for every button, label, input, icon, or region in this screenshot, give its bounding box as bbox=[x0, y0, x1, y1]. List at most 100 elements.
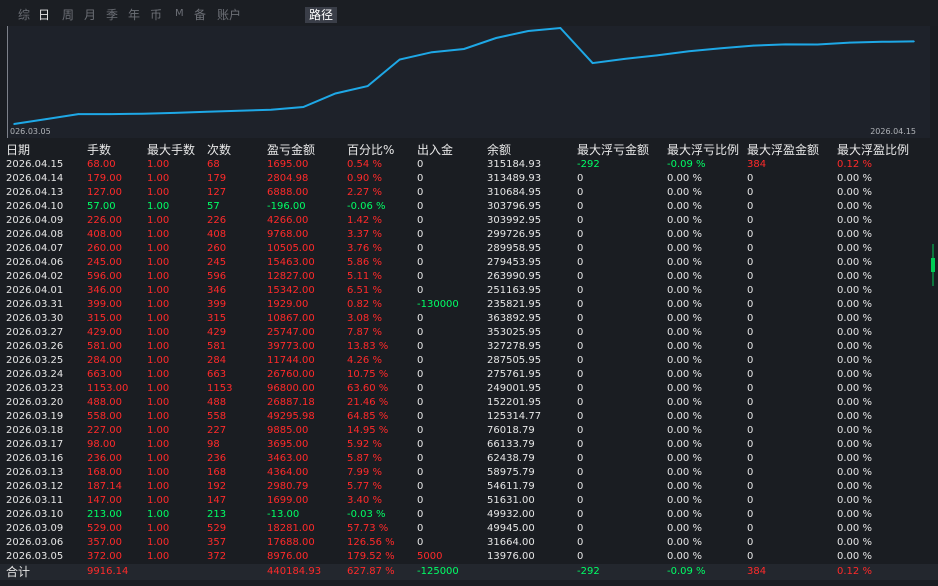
cell-pnl: 26887.18 bbox=[267, 397, 315, 408]
table-row[interactable]: 2026.03.11 147.00 1.00 147 1699.00 3.40 % 0 516… bbox=[0, 494, 938, 508]
column-header-max-float-loss[interactable]: 最大浮亏金额 bbox=[577, 142, 649, 158]
cell-date: 2026.04.13 bbox=[6, 187, 64, 198]
table-row[interactable]: 2026.03.12 187.14 1.00 192 2980.79 5.77 % 0 546… bbox=[0, 480, 938, 494]
cell-max-lots: 1.00 bbox=[147, 341, 170, 352]
table-row[interactable]: 2026.04.07 260.00 1.00 260 10505.00 3.76 % 0 28… bbox=[0, 242, 938, 256]
cell-max-lots: 1.00 bbox=[147, 187, 170, 198]
cell-deposit: 0 bbox=[417, 411, 424, 422]
column-header-balance[interactable]: 余额 bbox=[487, 142, 511, 158]
cell-date: 2026.04.14 bbox=[6, 173, 64, 184]
tab-quarter[interactable]: 季 bbox=[106, 6, 118, 23]
total-label: 合计 bbox=[6, 565, 31, 579]
column-header-max-float-loss-pct[interactable]: 最大浮亏比例 bbox=[667, 142, 739, 158]
table-row[interactable]: 2026.03.06 357.00 1.00 357 17688.00 126.56 % 0… bbox=[0, 536, 938, 550]
column-header-max-float-profit[interactable]: 最大浮盈金额 bbox=[747, 142, 819, 158]
total-row: 合计 9916.14 440184.93 627.87 % -125000 -292 -0.… bbox=[0, 564, 938, 580]
cell-max-lots: 1.00 bbox=[147, 523, 170, 534]
table-row[interactable]: 2026.04.06 245.00 1.00 245 15463.00 5.86 % 0 27… bbox=[0, 256, 938, 270]
cell-max-float-loss: 0 bbox=[577, 495, 584, 506]
column-header-lots[interactable]: 手数 bbox=[87, 142, 111, 158]
cell-deposit: 0 bbox=[417, 425, 424, 436]
cell-max-float-loss: 0 bbox=[577, 271, 584, 282]
table-row[interactable]: 2026.03.25 284.00 1.00 284 11744.00 4.26 % 0 28… bbox=[0, 354, 938, 368]
cell-max-float-loss-pct: 0.00 % bbox=[667, 439, 702, 450]
total-percent: 627.87 % bbox=[347, 566, 395, 577]
tab-m[interactable]: M bbox=[175, 8, 184, 19]
table-row[interactable]: 2026.03.13 168.00 1.00 168 4364.00 7.99 % 0 589… bbox=[0, 466, 938, 480]
cell-max-float-loss-pct: 0.00 % bbox=[667, 299, 702, 310]
table-row[interactable]: 2026.04.08 408.00 1.00 408 9768.00 3.37 % 0 299… bbox=[0, 228, 938, 242]
cell-deposit: 0 bbox=[417, 285, 424, 296]
table-row[interactable]: 2026.04.09 226.00 1.00 226 4266.00 1.42 % 0 303… bbox=[0, 214, 938, 228]
cell-date: 2026.04.08 bbox=[6, 229, 64, 240]
tab-backup[interactable]: 备 bbox=[194, 6, 206, 23]
table-row[interactable]: 2026.03.26 581.00 1.00 581 39773.00 13.83 % 0 3… bbox=[0, 340, 938, 354]
table-row[interactable]: 2026.04.01 346.00 1.00 346 15342.00 6.51 % 0 25… bbox=[0, 284, 938, 298]
balance-point bbox=[688, 50, 690, 52]
table-row[interactable]: 2026.03.20 488.00 1.00 488 26887.18 21.46 % 0 1… bbox=[0, 396, 938, 410]
cell-max-float-profit: 0 bbox=[747, 327, 754, 338]
column-header-percent[interactable]: 百分比% bbox=[347, 142, 394, 158]
cell-max-lots: 1.00 bbox=[147, 159, 170, 170]
table-row[interactable]: 2026.03.10 213.00 1.00 213 -13.00 -0.03 % 0 499… bbox=[0, 508, 938, 522]
table-row[interactable]: 2026.04.15 68.00 1.00 68 1695.00 0.54 % 0 31518… bbox=[0, 158, 938, 172]
table-row[interactable]: 2026.03.05 372.00 1.00 372 8976.00 179.52 % 50… bbox=[0, 550, 938, 564]
cell-lots: 596.00 bbox=[87, 271, 122, 282]
table-row[interactable]: 2026.03.27 429.00 1.00 429 25747.00 7.87 % 0 35… bbox=[0, 326, 938, 340]
cell-max-lots: 1.00 bbox=[147, 173, 170, 184]
cell-max-lots: 1.00 bbox=[147, 243, 170, 254]
tab-week[interactable]: 周 bbox=[62, 6, 74, 23]
column-header-date[interactable]: 日期 bbox=[6, 142, 30, 158]
cell-pnl: 9885.00 bbox=[267, 425, 309, 436]
column-header-max-lots[interactable]: 最大手数 bbox=[147, 142, 195, 158]
cell-max-lots: 1.00 bbox=[147, 299, 170, 310]
balance-point bbox=[527, 30, 530, 32]
cell-max-float-profit-pct: 0.00 % bbox=[837, 229, 872, 240]
column-header-max-float-profit-pct[interactable]: 最大浮盈比例 bbox=[837, 142, 909, 158]
cell-max-float-profit: 0 bbox=[747, 215, 754, 226]
cell-pnl: 10505.00 bbox=[267, 243, 315, 254]
cell-pnl: 2980.79 bbox=[267, 481, 309, 492]
cell-balance: 263990.95 bbox=[487, 271, 542, 282]
tab-account[interactable]: 账户 bbox=[217, 6, 241, 23]
cell-date: 2026.03.30 bbox=[6, 313, 64, 324]
column-header-count[interactable]: 次数 bbox=[207, 142, 231, 158]
table-row[interactable]: 2026.03.16 236.00 1.00 236 3463.00 5.87 % 0 624… bbox=[0, 452, 938, 466]
table-row[interactable]: 2026.04.13 127.00 1.00 127 6888.00 2.27 % 0 310… bbox=[0, 186, 938, 200]
total-max-float-profit-pct: 0.12 % bbox=[837, 566, 872, 577]
tab-path[interactable]: 路径 bbox=[305, 7, 338, 23]
chart-start-date: 026.03.05 bbox=[10, 127, 51, 136]
cell-lots: 213.00 bbox=[87, 509, 122, 520]
table-row[interactable]: 2026.04.02 596.00 1.00 596 12827.00 5.11 % 0 26… bbox=[0, 270, 938, 284]
cell-percent: 3.40 % bbox=[347, 495, 382, 506]
table-row[interactable]: 2026.04.14 179.00 1.00 179 2804.98 0.90 % 0 313… bbox=[0, 172, 938, 186]
cell-deposit: 0 bbox=[417, 439, 424, 450]
cell-max-lots: 1.00 bbox=[147, 453, 170, 464]
table-row[interactable]: 2026.03.19 558.00 1.00 558 49295.98 64.85 % 0 1… bbox=[0, 410, 938, 424]
cell-max-float-loss: 0 bbox=[577, 481, 584, 492]
cell-percent: 1.42 % bbox=[347, 215, 382, 226]
tab-currency[interactable]: 币 bbox=[150, 6, 162, 23]
table-row[interactable]: 2026.03.30 315.00 1.00 315 10867.00 3.08 % 0 36… bbox=[0, 312, 938, 326]
column-header-deposit[interactable]: 出入金 bbox=[417, 142, 453, 158]
balance-series-line bbox=[13, 26, 915, 125]
table-row[interactable]: 2026.03.18 227.00 1.00 227 9885.00 14.95 % 0 76… bbox=[0, 424, 938, 438]
tab-day[interactable]: 日 bbox=[38, 6, 50, 23]
cell-percent: 4.26 % bbox=[347, 355, 382, 366]
cell-max-float-loss: 0 bbox=[577, 299, 584, 310]
tab-month[interactable]: 月 bbox=[84, 6, 96, 23]
tab-summary[interactable]: 综 bbox=[18, 6, 30, 23]
cell-lots: 429.00 bbox=[87, 327, 122, 338]
cell-percent: 14.95 % bbox=[347, 425, 389, 436]
cell-date: 2026.04.02 bbox=[6, 271, 64, 282]
table-row[interactable]: 2026.03.24 663.00 1.00 663 26760.00 10.75 % 0 2… bbox=[0, 368, 938, 382]
balance-point bbox=[206, 110, 208, 113]
column-header-pnl[interactable]: 盈亏金额 bbox=[267, 142, 315, 158]
tab-year[interactable]: 年 bbox=[128, 6, 140, 23]
cell-pnl: 3463.00 bbox=[267, 453, 309, 464]
table-row[interactable]: 2026.03.23 1153.00 1.00 1153 96800.00 63.60 %… bbox=[0, 382, 938, 396]
table-row[interactable]: 2026.03.17 98.00 1.00 98 3695.00 5.92 % 0 66133… bbox=[0, 438, 938, 452]
table-row[interactable]: 2026.04.10 57.00 1.00 57 -196.00 -0.06 % 0 3037… bbox=[0, 200, 938, 214]
table-row[interactable]: 2026.03.09 529.00 1.00 529 18281.00 57.73 % 0 4… bbox=[0, 522, 938, 536]
table-row[interactable]: 2026.03.31 399.00 1.00 399 1929.00 0.82 % -130… bbox=[0, 298, 938, 312]
